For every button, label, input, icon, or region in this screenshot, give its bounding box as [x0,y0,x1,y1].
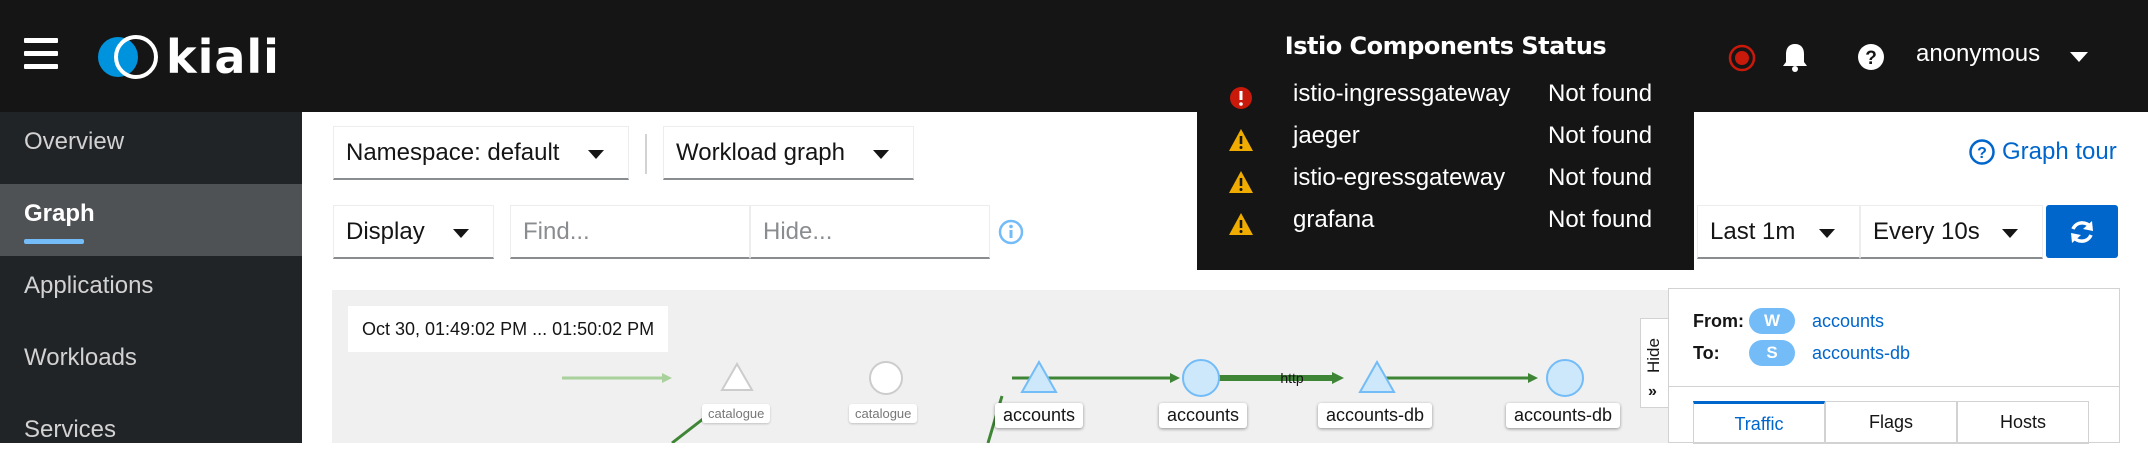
graph-type-select[interactable]: Workload graph [663,126,914,180]
component-row: istio-ingressgateway Not found [1197,78,1694,114]
edge-summary-panel: From: W accounts To: S accounts-db Traff… [1668,288,2120,444]
duration-value: Last 1m [1710,218,1796,245]
sidebar-item-workloads[interactable]: Workloads [0,328,302,400]
help-icon[interactable]: ? [1856,38,1886,74]
component-name: istio-egressgateway [1293,164,1506,191]
sidebar: Overview Graph Applications Workloads Se… [0,112,302,443]
node-label[interactable]: catalogue [702,404,771,423]
hamburger-menu-icon[interactable] [24,38,58,70]
bell-icon[interactable] [1780,38,1810,74]
sidebar-item-overview[interactable]: Overview [0,112,302,184]
component-row: grafana Not found [1197,204,1694,240]
toolbar-divider [645,134,647,174]
help-circle-icon: ? [1969,139,1995,165]
chevron-down-icon [588,150,604,159]
display-select-value: Display [346,218,425,245]
popover-title: Istio Components Status [1284,32,1607,60]
to-label: To: [1693,343,1720,363]
hide-label: Hide [1644,338,1663,373]
namespace-select[interactable]: Namespace: default [333,126,629,180]
graph-edge-arrow [1528,373,1538,383]
svg-text:?: ? [1865,48,1877,69]
chevron-down-icon [2002,229,2018,238]
tab-traffic[interactable]: Traffic [1693,401,1825,444]
warning-triangle-icon [1229,128,1253,157]
node-label[interactable]: catalogue [849,404,918,423]
graph-node-service [1182,359,1220,397]
graph-edge-label: http [1280,370,1304,386]
component-name: istio-ingressgateway [1293,80,1511,107]
sidebar-item-label: Graph [24,200,95,227]
node-label[interactable]: accounts [1159,403,1248,428]
sidebar-item-services[interactable]: Services [0,400,302,472]
graph-tour-link[interactable]: ? Graph tour [1968,138,2117,166]
tab-flags[interactable]: Flags [1825,401,1957,444]
svg-text:?: ? [1977,145,1987,162]
double-chevron-right-icon: » [1648,383,1657,400]
graph-edge-arrow [1332,372,1344,384]
error-circle-icon [1229,86,1253,115]
refresh-interval-value: Every 10s [1873,218,1980,245]
kiali-logo[interactable]: kiali [96,30,280,84]
component-status: Not found [1548,164,1653,191]
chevron-down-icon [453,229,469,238]
display-select[interactable]: Display [333,205,494,259]
node-label[interactable]: accounts [995,403,1084,428]
component-status: Not found [1548,206,1653,233]
graph-node-service-faded [869,361,903,395]
node-label[interactable]: accounts-db [1318,403,1433,428]
chevron-down-icon [1819,229,1835,238]
sidebar-item-graph[interactable]: Graph [0,184,302,256]
logo-text: kiali [166,30,280,84]
to-link[interactable]: accounts-db [1812,343,1910,364]
chevron-down-icon [873,150,889,159]
user-menu[interactable]: anonymous [1916,40,2040,68]
tab-hosts[interactable]: Hosts [1957,401,2089,444]
graph-edge-arrow-faded [662,373,672,383]
masthead: kiali ? anonymous [0,0,2148,112]
graph-type-value: Workload graph [676,139,845,166]
namespace-select-value: Namespace: default [346,139,560,166]
user-dropdown-caret-icon[interactable] [2070,52,2088,62]
find-input[interactable] [510,205,750,259]
from-label: From: [1693,311,1744,331]
hide-input[interactable] [750,205,990,259]
graph-node-workload-faded [720,361,754,391]
component-name: grafana [1293,206,1375,233]
from-link[interactable]: accounts [1812,311,1884,332]
info-icon[interactable] [998,219,1024,250]
refresh-icon [2071,220,2093,243]
service-badge: S [1749,340,1795,366]
kiali-logo-mark [98,35,158,79]
graph-timestamp: Oct 30, 01:49:02 PM ... 01:50:02 PM [348,306,669,352]
component-name: jaeger [1293,122,1360,149]
hide-panel-toggle[interactable]: Hide » [1640,318,1670,408]
refresh-button[interactable] [2046,205,2118,258]
warning-triangle-icon [1229,170,1253,199]
graph-edge-arrow [1170,373,1180,383]
component-row: jaeger Not found [1197,120,1694,156]
refresh-interval-select[interactable]: Every 10s [1860,205,2043,259]
error-status-icon[interactable] [1726,38,1758,74]
warning-triangle-icon [1229,212,1253,241]
graph-tour-label: Graph tour [2002,138,2117,165]
workload-badge: W [1749,308,1795,334]
active-indicator [24,239,84,244]
sidebar-item-applications[interactable]: Applications [0,256,302,328]
istio-status-popover: Istio Components Status istio-ingressgat… [1197,0,1694,270]
component-status: Not found [1548,80,1653,107]
panel-divider [1669,386,2119,387]
graph-node-service [1546,359,1584,397]
duration-select[interactable]: Last 1m [1697,205,1860,259]
component-status: Not found [1548,122,1653,149]
component-row: istio-egressgateway Not found [1197,162,1694,198]
node-label[interactable]: accounts-db [1506,403,1621,428]
